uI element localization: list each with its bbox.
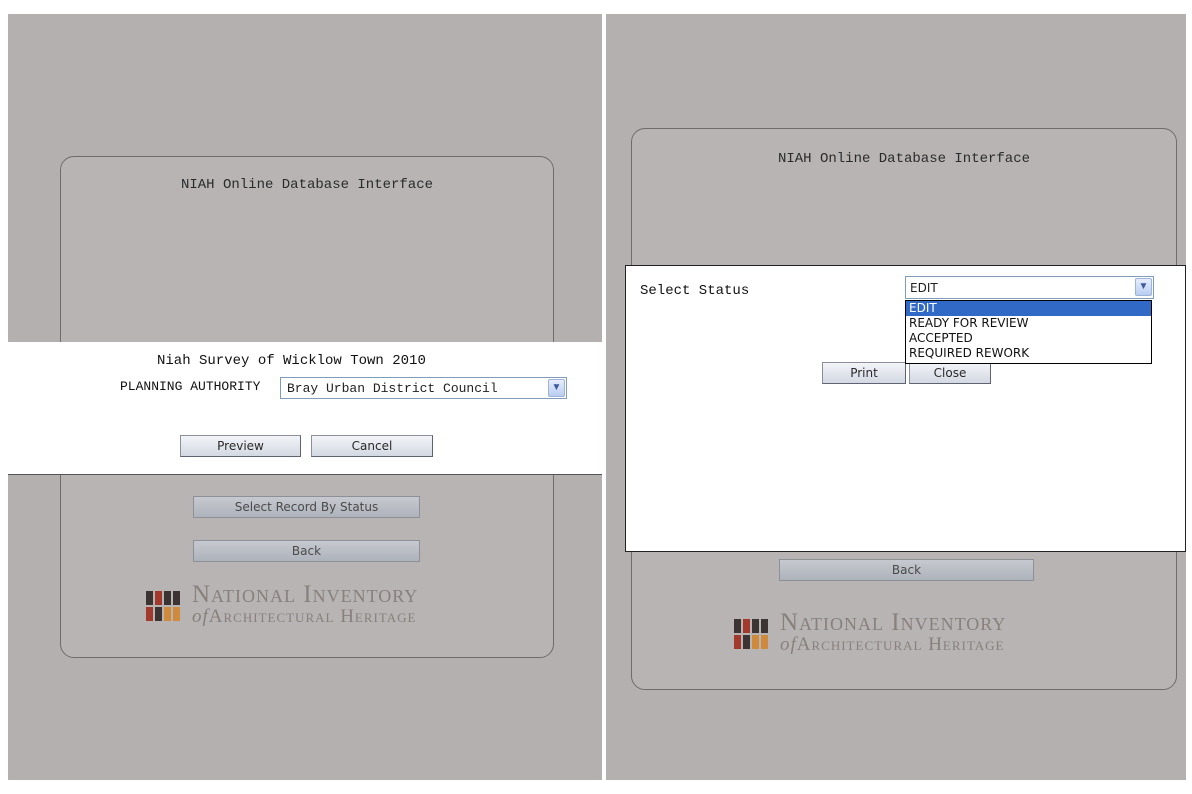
planning-authority-value: Bray Urban District Council [287, 381, 498, 396]
logo-of: of [192, 606, 209, 627]
back-button[interactable]: Back [779, 559, 1034, 581]
app-title: NIAH Online Database Interface [777, 151, 1031, 167]
logo-line-2-text: Architectural Heritage [796, 634, 1005, 655]
preview-button[interactable]: Preview [180, 435, 301, 457]
niah-logo-icon [146, 591, 180, 621]
chevron-down-icon[interactable]: ▼ [548, 379, 565, 397]
select-record-by-status-button[interactable]: Select Record By Status [193, 496, 420, 518]
app-title: NIAH Online Database Interface [180, 177, 434, 193]
niah-logo-icon [734, 619, 768, 649]
logo-line-2: ofArchitectural Heritage [192, 606, 418, 628]
close-button[interactable]: Close [909, 362, 991, 384]
back-button[interactable]: Back [193, 540, 420, 562]
modal-heading: Niah Survey of Wicklow Town 2010 [157, 353, 426, 369]
right-screen: NIAH Online Database Interface Back Nati… [606, 14, 1186, 780]
niah-logo: National Inventory ofArchitectural Herit… [146, 581, 419, 628]
select-status-label: Select Status [640, 283, 750, 299]
status-select-value: EDIT [910, 281, 938, 295]
logo-line-2: ofArchitectural Heritage [780, 634, 1006, 656]
logo-of: of [780, 634, 797, 655]
logo-text: National Inventory ofArchitectural Herit… [192, 581, 419, 628]
status-option-accepted[interactable]: ACCEPTED [906, 331, 1151, 346]
logo-text: National Inventory ofArchitectural Herit… [780, 609, 1007, 656]
planning-authority-label: PLANNING AUTHORITY [120, 379, 261, 394]
status-modal: Select Status Print Close EDIT ▼ EDIT RE… [625, 265, 1186, 552]
report-modal: Niah Survey of Wicklow Town 2010 PLANNIN… [8, 342, 602, 475]
status-select[interactable]: EDIT ▼ [905, 276, 1154, 299]
cancel-button[interactable]: Cancel [311, 435, 433, 457]
print-button[interactable]: Print [822, 362, 906, 384]
status-option-ready-for-review[interactable]: READY FOR REVIEW [906, 316, 1151, 331]
status-option-required-rework[interactable]: REQUIRED REWORK [906, 346, 1151, 361]
logo-line-2-text: Architectural Heritage [208, 606, 417, 627]
left-screen: NIAH Online Database Interface Select Re… [8, 14, 602, 780]
chevron-down-icon[interactable]: ▼ [1135, 278, 1152, 296]
planning-authority-select[interactable]: Bray Urban District Council ▼ [280, 377, 567, 399]
logo-line-1: National Inventory [780, 609, 1007, 636]
status-dropdown-list: EDIT READY FOR REVIEW ACCEPTED REQUIRED … [905, 300, 1152, 364]
niah-logo: National Inventory ofArchitectural Herit… [734, 609, 1007, 656]
status-option-edit[interactable]: EDIT [906, 301, 1151, 316]
logo-line-1: National Inventory [192, 581, 419, 608]
